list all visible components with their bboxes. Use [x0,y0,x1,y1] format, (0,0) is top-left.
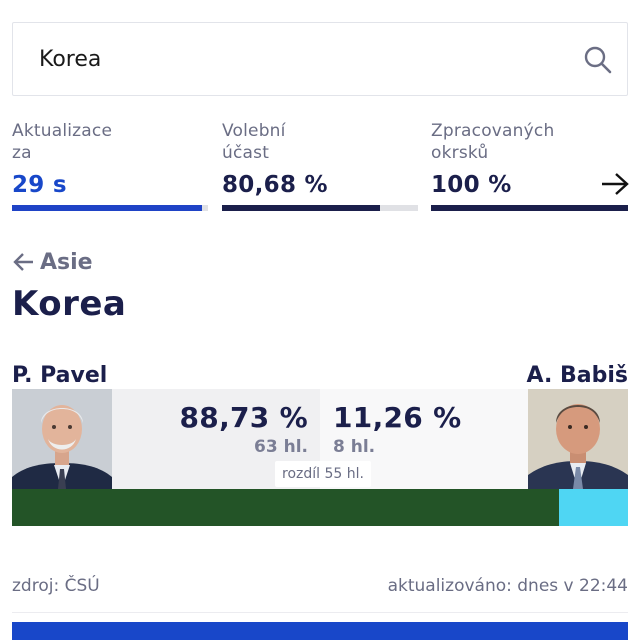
back-link[interactable]: Asie [12,248,93,276]
progress-bar [12,205,208,211]
stat-value: 100 % [431,172,512,198]
stat-label: Volební účast [222,121,286,163]
divider [12,612,628,613]
search-box[interactable] [12,22,628,96]
result-panel: 88,73 % 11,26 % 63 hl. 8 hl. rozdíl 55 h… [12,389,628,489]
page-title: Korea [12,284,127,324]
split-bar-right [558,489,628,526]
stat-label: Aktualizace za [12,121,113,163]
candidate-photo-right [528,389,628,489]
arrow-right-icon[interactable] [600,172,630,196]
vote-count-left: 63 hl. [254,437,308,457]
progress-bar [222,205,418,211]
stat-update-timer: Aktualizace za 29 s [12,120,208,215]
last-updated: aktualizováno: dnes v 22:44 [387,576,628,596]
vote-difference-badge: rozdíl 55 hl. [275,461,371,487]
stat-label: Zpracovaných okrsků [431,121,555,163]
stat-value: 80,68 % [222,172,328,198]
search-icon[interactable] [583,45,613,75]
stat-value: 29 s [12,172,67,198]
footer-banner[interactable] [12,622,628,640]
vote-count-right: 8 hl. [333,437,376,457]
split-bar-left [12,489,559,526]
vote-percent-left: 88,73 % [179,401,308,434]
search-input[interactable] [39,41,559,77]
progress-fill [12,205,203,211]
candidate-name-left: P. Pavel [12,363,108,388]
vote-percent-right: 11,26 % [333,401,462,434]
progress-fill [222,205,381,211]
candidate-name-right: A. Babiš [526,363,628,388]
data-source: zdroj: ČSÚ [12,576,100,596]
stat-turnout: Volební účast 80,68 % [222,120,418,215]
back-link-label: Asie [40,249,93,275]
progress-fill [431,205,628,211]
candidate-photo-left [12,389,112,489]
progress-bar [431,205,628,211]
result-split-bar [12,489,628,526]
arrow-left-icon [13,253,33,271]
stat-districts: Zpracovaných okrsků 100 % [431,120,628,215]
